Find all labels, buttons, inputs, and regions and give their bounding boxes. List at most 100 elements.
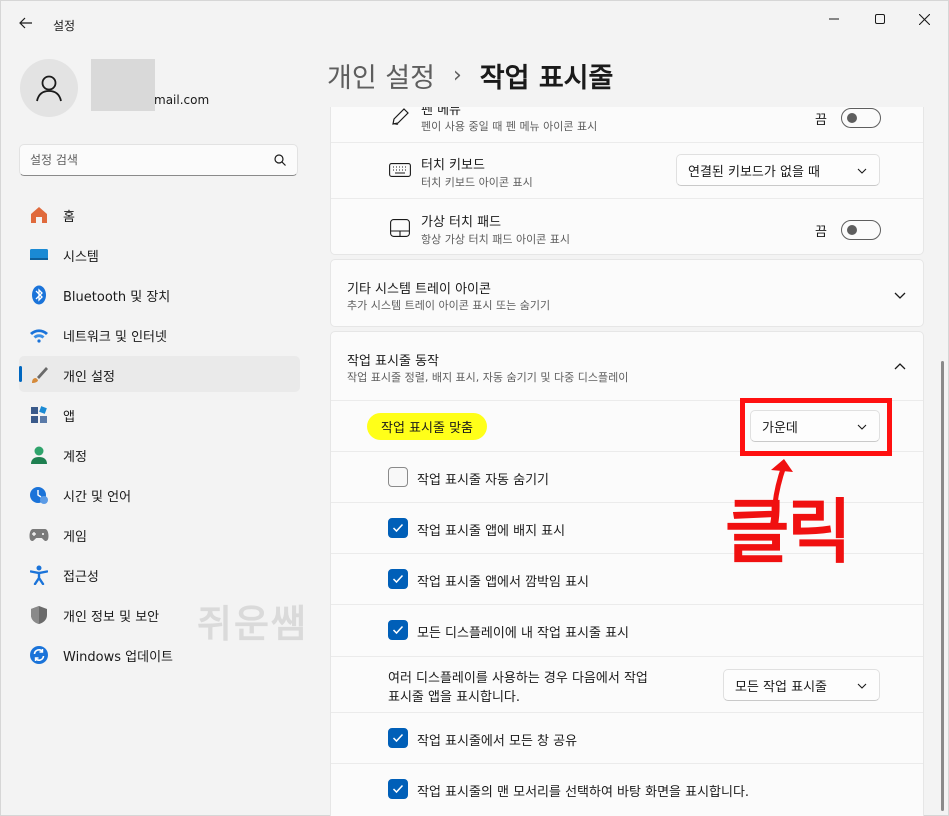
other-tray-subtitle: 추가 시스템 트레이 아이콘 표시 또는 숨기기: [347, 299, 551, 312]
sidebar-item-label: 게임: [63, 530, 87, 545]
virtual-touchpad-subtitle: 항상 가상 터치 패드 아이콘 표시: [421, 233, 571, 246]
pen-menu-subtitle: 펜이 사용 중일 때 펜 메뉴 아이콘 표시: [421, 120, 598, 133]
sidebar-item-accounts[interactable]: 계정: [19, 436, 300, 472]
toggle-state-label: 끔: [815, 225, 827, 240]
multi-display-label-line2: 표시줄 앱을 표시합니다.: [388, 690, 520, 705]
share-window-label: 작업 표시줄에서 모든 창 공유: [417, 734, 578, 749]
breadcrumb-parent[interactable]: 개인 설정: [327, 56, 435, 95]
sidebar-item-label: 앱: [63, 410, 75, 425]
avatar[interactable]: [20, 59, 78, 117]
sidebar-item-label: 시스템: [63, 250, 99, 265]
settings-window: 설정 mail.com 홈 시스템: [0, 0, 949, 816]
sidebar-item-label: 계정: [63, 450, 87, 465]
brush-icon: [29, 365, 49, 385]
multi-display-dropdown[interactable]: 모든 작업 표시줄: [723, 669, 880, 701]
annotation-click-text: 클릭: [725, 491, 852, 573]
share-window-row: 작업 표시줄에서 모든 창 공유: [331, 712, 923, 763]
annotation-highlight-box: [740, 398, 892, 456]
dropdown-value: 연결된 키보드가 없을 때: [688, 164, 820, 180]
behaviors-header[interactable]: 작업 표시줄 동작 작업 표시줄 정렬, 배지 표시, 자동 숨기기 및 다중 …: [331, 332, 923, 400]
accessibility-icon: [29, 565, 49, 585]
sidebar-item-bluetooth[interactable]: Bluetooth 및 장치: [19, 276, 300, 312]
sidebar-item-home[interactable]: 홈: [19, 196, 300, 232]
gaming-icon: [29, 525, 49, 545]
chevron-down-icon: [894, 292, 906, 299]
search-box[interactable]: [19, 144, 298, 176]
tray-icons-card: 펜 메뉴 펜이 사용 중일 때 펜 메뉴 아이콘 표시 끔 터치 키보드 터치 …: [330, 107, 924, 255]
sidebar-item-time-language[interactable]: 시간 및 언어: [19, 476, 300, 512]
share-window-checkbox[interactable]: [388, 728, 408, 748]
breadcrumb-separator: ›: [452, 63, 462, 88]
virtual-touchpad-title: 가상 터치 패드: [421, 215, 502, 230]
back-arrow-icon: [19, 17, 32, 29]
chevron-up-icon: [894, 363, 906, 370]
close-button[interactable]: [901, 5, 947, 33]
account-icon: [29, 445, 49, 465]
sidebar-item-windows-update[interactable]: Windows 업데이트: [19, 636, 300, 672]
maximize-button[interactable]: [857, 5, 903, 33]
sidebar-item-system[interactable]: 시스템: [19, 236, 300, 272]
other-tray-title: 기타 시스템 트레이 아이콘: [347, 282, 491, 297]
virtual-touchpad-row: 가상 터치 패드 항상 가상 터치 패드 아이콘 표시 끔: [331, 198, 923, 255]
home-icon: [29, 205, 49, 225]
behaviors-title: 작업 표시줄 동작: [347, 354, 439, 369]
search-input[interactable]: [30, 151, 260, 169]
virtual-touchpad-toggle[interactable]: [841, 220, 881, 240]
toggle-state-label: 끔: [815, 113, 827, 128]
touch-keyboard-subtitle: 터치 키보드 아이콘 표시: [421, 176, 533, 189]
sidebar-item-personalization[interactable]: 개인 설정: [19, 356, 300, 392]
show-desktop-checkbox[interactable]: [388, 779, 408, 799]
multi-display-label-line1: 여러 디스플레이를 사용하는 경우 다음에서 작업: [388, 671, 648, 686]
sidebar-item-label: 시간 및 언어: [63, 490, 132, 505]
touch-keyboard-row: 터치 키보드 터치 키보드 아이콘 표시 연결된 키보드가 없을 때: [331, 142, 923, 198]
system-icon: [29, 245, 49, 265]
taskbar-alignment-label: 작업 표시줄 맞춤: [367, 413, 487, 440]
scrollbar[interactable]: [941, 361, 944, 811]
minimize-button[interactable]: [811, 5, 857, 33]
sidebar-nav: 홈 시스템 Bluetooth 및 장치 네트워크 및 인터넷 개인 설정 앱 …: [19, 196, 300, 676]
sidebar-item-network[interactable]: 네트워크 및 인터넷: [19, 316, 300, 352]
settings-content: 펜 메뉴 펜이 사용 중일 때 펜 메뉴 아이콘 표시 끔 터치 키보드 터치 …: [330, 107, 924, 816]
update-icon: [29, 645, 49, 665]
flashing-checkbox[interactable]: [388, 569, 408, 589]
wifi-icon: [29, 325, 49, 345]
pen-menu-title: 펜 메뉴: [421, 107, 462, 118]
sidebar-item-gaming[interactable]: 게임: [19, 516, 300, 552]
touch-keyboard-title: 터치 키보드: [421, 158, 485, 173]
sidebar-item-label: Bluetooth 및 장치: [63, 290, 171, 305]
sidebar-item-accessibility[interactable]: 접근성: [19, 556, 300, 592]
checkmark-icon: [392, 733, 404, 743]
sidebar-item-label: 개인 설정: [63, 370, 115, 385]
sidebar-item-apps[interactable]: 앱: [19, 396, 300, 432]
checkmark-icon: [392, 574, 404, 584]
maximize-icon: [875, 14, 885, 24]
app-title: 설정: [53, 19, 76, 33]
pen-menu-toggle[interactable]: [841, 108, 881, 128]
touchpad-icon: [389, 217, 411, 239]
auto-hide-checkbox[interactable]: [388, 467, 408, 487]
sidebar-item-label: 네트워크 및 인터넷: [63, 330, 167, 345]
time-language-icon: [29, 485, 49, 505]
sidebar-item-privacy-security[interactable]: 개인 정보 및 보안: [19, 596, 300, 632]
user-icon: [36, 75, 62, 102]
checkmark-icon: [392, 784, 404, 794]
multi-display-row: 여러 디스플레이를 사용하는 경우 다음에서 작업 표시줄 앱을 표시합니다. …: [331, 656, 923, 712]
back-button[interactable]: [11, 9, 41, 37]
apps-icon: [29, 405, 49, 425]
other-tray-icons-card[interactable]: 기타 시스템 트레이 아이콘 추가 시스템 트레이 아이콘 표시 또는 숨기기: [330, 259, 924, 327]
all-displays-checkbox[interactable]: [388, 620, 408, 640]
search-icon: [274, 154, 286, 166]
profile-name-blurred: [91, 59, 155, 111]
behaviors-subtitle: 작업 표시줄 정렬, 배지 표시, 자동 숨기기 및 다중 디스플레이: [347, 371, 629, 384]
badges-label: 작업 표시줄 앱에 배지 표시: [417, 524, 566, 539]
badges-checkbox[interactable]: [388, 518, 408, 538]
pen-menu-row: 펜 메뉴 펜이 사용 중일 때 펜 메뉴 아이콘 표시 끔: [331, 107, 923, 142]
show-desktop-row: 작업 표시줄의 맨 모서리를 선택하여 바탕 화면을 표시합니다.: [331, 763, 923, 815]
minimize-icon: [829, 18, 839, 20]
sidebar-item-label: 홈: [63, 210, 75, 225]
touch-keyboard-dropdown[interactable]: 연결된 키보드가 없을 때: [676, 154, 880, 186]
flashing-label: 작업 표시줄 앱에서 깜박임 표시: [417, 575, 590, 590]
sidebar-item-label: Windows 업데이트: [63, 650, 174, 665]
profile-email: mail.com: [154, 93, 210, 107]
auto-hide-label: 작업 표시줄 자동 숨기기: [417, 473, 549, 488]
